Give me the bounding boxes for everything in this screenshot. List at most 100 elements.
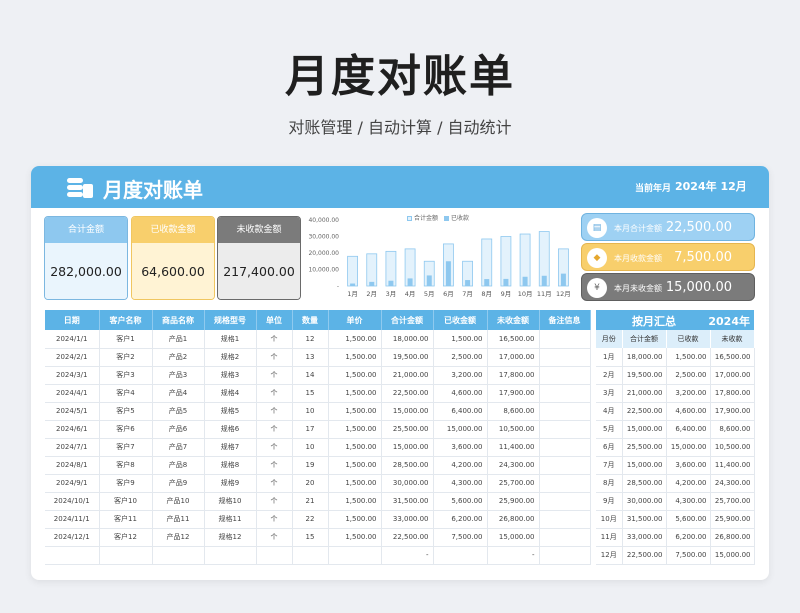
table-cell[interactable]: 产品2 [152,348,205,367]
table-row[interactable]: 2024/2/1 客户2 产品2 规格2 个 13 1,500.00 19,500.00 2,5… [45,348,591,367]
table-cell[interactable]: 2024/5/1 [45,402,100,421]
table-cell[interactable]: 25,700.00 [487,474,540,493]
table-cell[interactable]: 4,200.00 [433,456,488,475]
table-cell[interactable] [539,420,591,439]
table-cell[interactable]: 3,600.00 [433,438,488,457]
table-cell[interactable]: 规格9 [204,474,257,493]
table-cell[interactable]: 2024/12/1 [45,528,100,547]
table-row[interactable]: -- [45,546,591,565]
table-cell[interactable] [539,492,591,511]
table-cell[interactable]: 33,000.00 [381,510,434,529]
table-cell[interactable] [256,546,293,565]
table-cell[interactable]: 个 [256,510,293,529]
table-row[interactable]: 2024/11/1 客户11 产品11 规格11 个 22 1,500.00 33,000.0… [45,510,591,529]
table-cell[interactable]: 客户4 [99,384,153,403]
table-cell[interactable]: 1,500.00 [328,348,382,367]
table-row[interactable]: 2024/5/1 客户5 产品5 规格5 个 10 1,500.00 15,000.00 6,4… [45,402,591,421]
table-cell[interactable]: 规格7 [204,438,257,457]
table-cell[interactable]: 16,500.00 [487,330,540,349]
table-cell[interactable]: 客户6 [99,420,153,439]
table-cell[interactable] [433,546,488,565]
table-cell[interactable]: 产品12 [152,528,205,547]
table-cell[interactable]: 个 [256,366,293,385]
table-cell[interactable]: 产品9 [152,474,205,493]
table-cell[interactable]: 规格8 [204,456,257,475]
table-cell[interactable]: 12 [292,330,329,349]
table-cell[interactable]: 21 [292,492,329,511]
table-cell[interactable]: 1,500.00 [328,366,382,385]
table-cell[interactable] [539,330,591,349]
table-cell[interactable]: 规格11 [204,510,257,529]
table-cell[interactable]: 客户5 [99,402,153,421]
table-row[interactable]: 2024/1/1 客户1 产品1 规格1 个 12 1,500.00 18,000.00 1,5… [45,330,591,349]
table-cell[interactable]: 14 [292,366,329,385]
table-cell[interactable] [539,348,591,367]
table-cell[interactable]: 2024/1/1 [45,330,100,349]
table-cell[interactable]: 个 [256,348,293,367]
table-cell[interactable] [539,528,591,547]
table-cell[interactable]: 1,500.00 [328,474,382,493]
table-cell[interactable]: 个 [256,402,293,421]
table-cell[interactable]: - [381,546,434,565]
table-cell[interactable]: 13 [292,348,329,367]
table-cell[interactable]: 15 [292,384,329,403]
table-cell[interactable]: 产品3 [152,366,205,385]
table-cell[interactable]: - [487,546,540,565]
table-cell[interactable]: 15,000.00 [487,528,540,547]
table-cell[interactable]: 产品5 [152,402,205,421]
table-cell[interactable]: 17,800.00 [487,366,540,385]
table-cell[interactable]: 客户7 [99,438,153,457]
table-cell[interactable]: 2024/10/1 [45,492,100,511]
table-cell[interactable]: 15,000.00 [381,438,434,457]
table-cell[interactable]: 个 [256,474,293,493]
table-cell[interactable]: 规格10 [204,492,257,511]
table-cell[interactable]: 2024/9/1 [45,474,100,493]
table-cell[interactable] [292,546,329,565]
table-cell[interactable]: 规格1 [204,330,257,349]
table-cell[interactable]: 4,300.00 [433,474,488,493]
table-cell[interactable] [152,546,205,565]
table-cell[interactable]: 产品10 [152,492,205,511]
table-cell[interactable]: 25,500.00 [381,420,434,439]
table-cell[interactable] [204,546,257,565]
table-cell[interactable]: 个 [256,420,293,439]
table-cell[interactable]: 个 [256,492,293,511]
table-cell[interactable]: 产品8 [152,456,205,475]
table-cell[interactable]: 5,600.00 [433,492,488,511]
table-cell[interactable]: 1,500.00 [433,330,488,349]
table-cell[interactable]: 22 [292,510,329,529]
table-cell[interactable]: 20 [292,474,329,493]
table-cell[interactable]: 产品11 [152,510,205,529]
table-cell[interactable]: 8,600.00 [487,402,540,421]
table-cell[interactable]: 个 [256,330,293,349]
table-cell[interactable]: 规格2 [204,348,257,367]
table-cell[interactable]: 规格5 [204,402,257,421]
table-cell[interactable] [328,546,382,565]
table-cell[interactable]: 18,000.00 [381,330,434,349]
table-cell[interactable]: 17,900.00 [487,384,540,403]
table-cell[interactable]: 规格3 [204,366,257,385]
table-cell[interactable]: 个 [256,438,293,457]
table-row[interactable]: 2024/10/1 客户10 产品10 规格10 个 21 1,500.00 31,500.0… [45,492,591,511]
table-cell[interactable]: 2024/3/1 [45,366,100,385]
table-cell[interactable]: 个 [256,456,293,475]
table-cell[interactable]: 规格6 [204,420,257,439]
table-cell[interactable]: 4,600.00 [433,384,488,403]
table-cell[interactable]: 2,500.00 [433,348,488,367]
table-cell[interactable]: 2024/8/1 [45,456,100,475]
table-row[interactable]: 2024/3/1 客户3 产品3 规格3 个 14 1,500.00 21,000.00 3,2… [45,366,591,385]
table-cell[interactable] [539,402,591,421]
table-cell[interactable]: 17,000.00 [487,348,540,367]
table-cell[interactable]: 客户10 [99,492,153,511]
table-cell[interactable]: 产品6 [152,420,205,439]
table-cell[interactable]: 2024/11/1 [45,510,100,529]
table-cell[interactable]: 规格4 [204,384,257,403]
table-cell[interactable]: 6,200.00 [433,510,488,529]
table-cell[interactable] [539,384,591,403]
table-cell[interactable]: 个 [256,528,293,547]
table-cell[interactable]: 10,500.00 [487,420,540,439]
table-cell[interactable]: 1,500.00 [328,510,382,529]
table-cell[interactable]: 客户9 [99,474,153,493]
table-cell[interactable]: 2024/2/1 [45,348,100,367]
table-row[interactable]: 2024/12/1 客户12 产品12 规格12 个 15 1,500.00 22,500.0… [45,528,591,547]
